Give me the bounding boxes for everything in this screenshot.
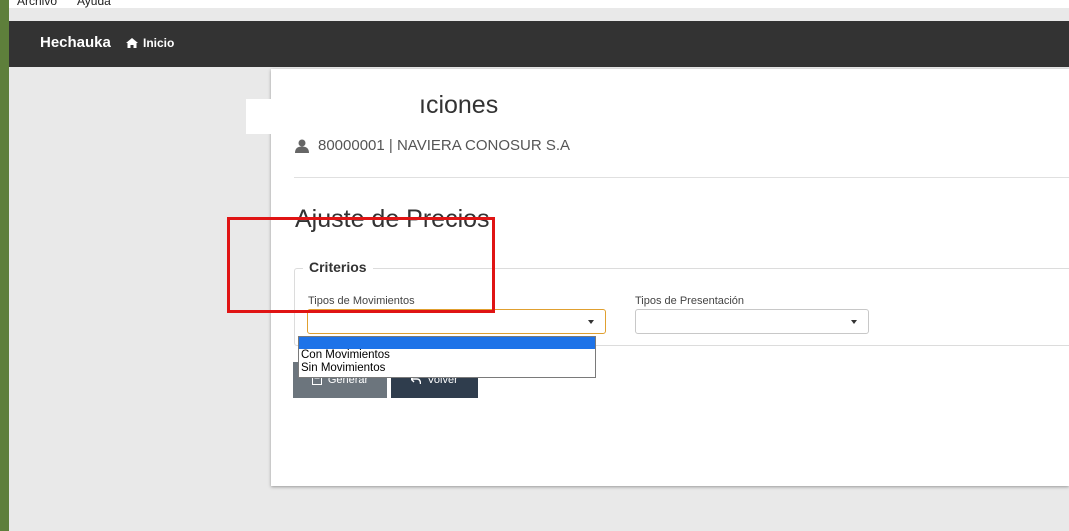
presentacion-select[interactable] (635, 309, 869, 334)
menu-bar: Archivo Ayuda (9, 0, 1069, 8)
brand-link[interactable]: Hechauka (40, 34, 111, 51)
company-info: 80000001 | NAVIERA CONOSUR S.A (295, 137, 570, 154)
home-icon (126, 38, 138, 48)
nav-inicio-label: Inicio (143, 36, 175, 50)
dropdown-option[interactable]: Sin Movimientos (299, 362, 595, 375)
caret-down-icon (588, 320, 594, 324)
company-name: 80000001 | NAVIERA CONOSUR S.A (318, 137, 571, 154)
dropdown-option-blank[interactable] (299, 337, 595, 349)
redaction-mask (246, 99, 394, 134)
dropdown-option[interactable]: Con Movimientos (299, 349, 595, 362)
user-icon (295, 139, 309, 153)
top-navbar: Hechauka Inicio (9, 21, 1069, 67)
caret-down-icon (851, 320, 857, 324)
nav-inicio[interactable]: Inicio (126, 36, 174, 50)
page-title-text: ıciones (419, 91, 499, 119)
annotation-rectangle (227, 217, 495, 313)
menu-archivo[interactable]: Archivo (17, 0, 57, 8)
presentacion-label: Tipos de Presentación (635, 295, 745, 307)
divider (294, 177, 1069, 178)
app-window: Archivo Ayuda Hechauka Inicio ıciones 80… (9, 0, 1069, 531)
menu-ayuda[interactable]: Ayuda (77, 0, 111, 8)
movimientos-dropdown-list: Con Movimientos Sin Movimientos (298, 336, 596, 378)
